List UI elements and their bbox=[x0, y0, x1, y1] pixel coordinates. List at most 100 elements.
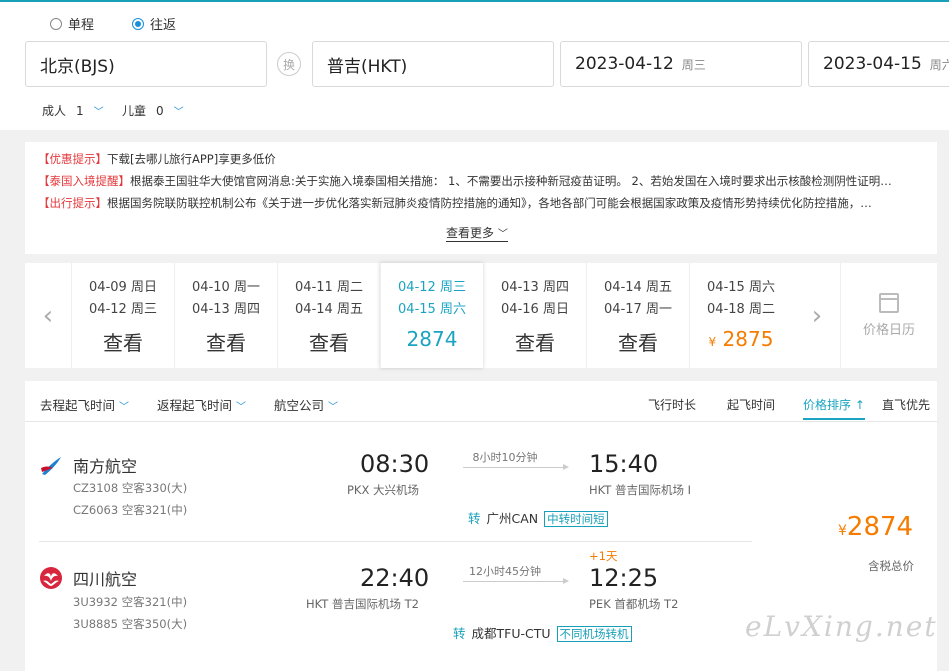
return-date: 04-16 周日 bbox=[501, 302, 569, 317]
swap-cities-button[interactable]: 换 bbox=[277, 52, 301, 76]
transfer-mark: 转 bbox=[453, 626, 466, 641]
sort-price[interactable]: 价格排序 ↑ bbox=[803, 396, 865, 420]
date-option[interactable]: 04-14 周五 04-17 周一 查看 bbox=[586, 263, 689, 368]
return-weekday: 周六 bbox=[929, 57, 949, 72]
next-day-indicator: +1天 bbox=[589, 549, 618, 563]
arrival-time: 12:25 bbox=[589, 564, 659, 592]
arrow-up-icon[interactable]: ↑ bbox=[855, 398, 865, 412]
return-date: 04-14 周五 bbox=[295, 302, 363, 317]
date-price-value: 2875 bbox=[722, 327, 774, 351]
arrival-airport: HKT 普吉国际机场 I bbox=[589, 483, 692, 497]
chevron-down-icon[interactable]: ﹀ bbox=[94, 103, 104, 118]
to-city-input[interactable]: 普吉(HKT) bbox=[312, 41, 554, 87]
transfer-tag: 中转时间短 bbox=[544, 511, 608, 527]
date-price: ¥ 2875 bbox=[690, 327, 792, 351]
chevron-down-icon[interactable]: ﹀ bbox=[328, 402, 338, 413]
price-note: 含税总价 bbox=[868, 559, 914, 573]
chevron-down-icon[interactable]: ﹀ bbox=[236, 402, 246, 413]
return-date-input[interactable]: 2023-04-15 周六 bbox=[808, 41, 949, 87]
price-calendar-button[interactable]: 价格日历 bbox=[840, 263, 937, 368]
round-trip-radio[interactable]: 往返 bbox=[132, 14, 176, 33]
arrival-time: 15:40 bbox=[589, 450, 659, 478]
adults-selector[interactable]: 成人 1 ﹀ bbox=[42, 102, 104, 119]
date-option[interactable]: 04-10 周一 04-13 周四 查看 bbox=[174, 263, 277, 368]
date-price: 查看 bbox=[103, 331, 143, 355]
date-option[interactable]: 04-13 周四 04-16 周日 查看 bbox=[483, 263, 586, 368]
trip-type-selector: 单程 往返 bbox=[50, 14, 176, 33]
from-city-value: 北京(BJS) bbox=[40, 56, 115, 77]
notice-discount[interactable]: 【优惠提示】下载[去哪儿旅行APP]享更多低价 bbox=[38, 150, 924, 172]
notice-text: 根据国务院联防联控机制公布《关于进一步优化落实新冠肺炎疫情防控措施的通知》，各地… bbox=[107, 196, 872, 210]
date-option-selected[interactable]: 04-12 周三 04-15 周六 2874 bbox=[380, 263, 483, 368]
see-more-link[interactable]: 查看更多 ﹀ bbox=[446, 224, 508, 242]
sichuan-airlines-logo-icon bbox=[40, 567, 62, 589]
chevron-down-icon[interactable]: ﹀ bbox=[498, 229, 508, 240]
radio-checked-icon[interactable] bbox=[132, 17, 145, 30]
chevron-down-icon[interactable]: ﹀ bbox=[119, 402, 129, 413]
transfer-tag: 不同机场转机 bbox=[556, 626, 632, 642]
chevron-left-icon[interactable]: ‹ bbox=[25, 263, 71, 368]
round-trip-label[interactable]: 往返 bbox=[150, 14, 176, 33]
flight-number: 3U3932 空客321(中) bbox=[73, 595, 188, 609]
sort-direct-first[interactable]: 直飞优先 bbox=[882, 396, 930, 413]
depart-weekday: 周三 bbox=[681, 57, 706, 72]
notice-text: 根据泰王国驻华大使馆官网消息:关于实施入境泰国相关措施： 1、不需要出示接种新冠… bbox=[130, 174, 892, 188]
radio-unchecked-icon[interactable] bbox=[50, 17, 62, 30]
inbound-segment: 四川航空 3U3932 空客321(中) 3U8885 空客350(大) 22:… bbox=[25, 542, 765, 652]
see-more-label[interactable]: 查看更多 bbox=[446, 226, 494, 240]
duration-arrow bbox=[463, 464, 569, 470]
outbound-date: 04-14 周五 bbox=[604, 280, 672, 295]
flight-number: CZ6063 空客321(中) bbox=[73, 503, 188, 517]
notice-travel-tip[interactable]: 【出行提示】根据国务院联防联控机制公布《关于进一步优化落实新冠肺炎疫情防控措施的… bbox=[38, 194, 924, 216]
adults-count: 1 bbox=[76, 103, 84, 118]
chevron-down-icon[interactable]: ﹀ bbox=[174, 103, 184, 118]
currency-symbol: ¥ bbox=[838, 523, 847, 539]
adults-label: 成人 bbox=[42, 104, 67, 118]
depart-time-filter-label[interactable]: 去程起飞时间 bbox=[40, 398, 115, 413]
transfer-city: 成都TFU-CTU bbox=[471, 626, 551, 641]
china-southern-logo-icon bbox=[41, 457, 61, 475]
flight-number: 3U8885 空客350(大) bbox=[73, 617, 188, 631]
transfer-info: 转成都TFU-CTU 不同机场转机 bbox=[453, 623, 632, 642]
sort-price-label[interactable]: 价格排序 bbox=[803, 398, 851, 412]
departure-time: 08:30 bbox=[360, 450, 430, 478]
transfer-mark: 转 bbox=[468, 511, 481, 526]
airline-filter-label[interactable]: 航空公司 bbox=[274, 398, 324, 413]
departure-airport: HKT 普吉国际机场 T2 bbox=[306, 597, 419, 611]
notice-text: 下载[去哪儿旅行APP]享更多低价 bbox=[107, 152, 276, 166]
calendar-icon[interactable] bbox=[879, 293, 899, 313]
return-date: 04-17 周一 bbox=[604, 302, 672, 317]
price-calendar-label[interactable]: 价格日历 bbox=[841, 319, 937, 338]
one-way-label[interactable]: 单程 bbox=[68, 14, 94, 33]
return-time-filter[interactable]: 返程起飞时间 ﹀ bbox=[157, 395, 246, 414]
total-price-value: 2874 bbox=[846, 512, 914, 542]
total-price[interactable]: ¥2874 bbox=[838, 512, 913, 542]
return-time-filter-label[interactable]: 返程起飞时间 bbox=[157, 398, 232, 413]
search-panel: 单程 往返 北京(BJS) 换 普吉(HKT) 2023-04-12 周三 20… bbox=[0, 0, 949, 130]
children-selector[interactable]: 儿童 0 ﹀ bbox=[122, 102, 184, 119]
outbound-date: 04-11 周二 bbox=[295, 280, 363, 295]
flight-duration: 12小时45分钟 bbox=[469, 565, 541, 578]
to-city-value: 普吉(HKT) bbox=[327, 56, 408, 77]
filter-sort-bar: 去程起飞时间 ﹀ 返程起飞时间 ﹀ 航空公司 ﹀ 飞行时长 起飞时间 价格排序 ↑ 直… bbox=[25, 381, 937, 422]
depart-date-value: 2023-04-12 bbox=[575, 54, 674, 74]
notice-tag: 【优惠提示】 bbox=[38, 152, 107, 166]
one-way-radio[interactable]: 单程 bbox=[50, 14, 94, 33]
depart-date-input[interactable]: 2023-04-12 周三 bbox=[560, 41, 802, 87]
sort-takeoff-time[interactable]: 起飞时间 bbox=[727, 396, 775, 413]
sort-duration[interactable]: 飞行时长 bbox=[648, 396, 696, 413]
chevron-right-icon[interactable]: › bbox=[794, 263, 840, 368]
notice-tag: 【泰国入境提醒】 bbox=[38, 174, 130, 188]
departure-airport: PKX 大兴机场 bbox=[347, 483, 420, 497]
from-city-input[interactable]: 北京(BJS) bbox=[25, 41, 267, 87]
duration-arrow bbox=[463, 578, 569, 584]
date-option[interactable]: 04-15 周六 04-18 周二 ¥ 2875 bbox=[689, 263, 792, 368]
date-option[interactable]: 04-09 周日 04-12 周三 查看 bbox=[71, 263, 174, 368]
airline-name: 南方航空 bbox=[73, 457, 138, 476]
notice-thailand-entry[interactable]: 【泰国入境提醒】根据泰王国驻华大使馆官网消息:关于实施入境泰国相关措施： 1、不… bbox=[38, 172, 924, 194]
flight-number: CZ3108 空客330(大) bbox=[73, 481, 188, 495]
date-option[interactable]: 04-11 周二 04-14 周五 查看 bbox=[277, 263, 380, 368]
children-count: 0 bbox=[156, 103, 164, 118]
depart-time-filter[interactable]: 去程起飞时间 ﹀ bbox=[40, 395, 129, 414]
airline-filter[interactable]: 航空公司 ﹀ bbox=[274, 395, 338, 414]
